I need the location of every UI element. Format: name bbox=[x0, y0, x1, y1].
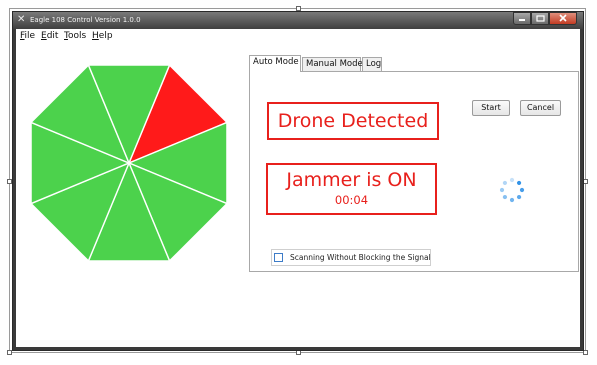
spinner-dot bbox=[519, 187, 525, 193]
scan-option-checkbox[interactable] bbox=[274, 253, 283, 262]
tab-manual-mode[interactable]: Manual Mode bbox=[302, 57, 363, 71]
menu-file[interactable]: File bbox=[20, 29, 35, 43]
scan-option[interactable]: Scanning Without Blocking the Signal bbox=[271, 249, 431, 266]
eagle-x-icon: ✕ bbox=[17, 14, 26, 25]
tab-auto-mode[interactable]: Auto Mode bbox=[249, 55, 301, 72]
jammer-timer: 00:04 bbox=[334, 193, 369, 207]
cancel-button[interactable]: Cancel bbox=[520, 100, 561, 116]
menu-help[interactable]: Help bbox=[92, 29, 113, 43]
minimize-icon bbox=[519, 19, 525, 21]
menu-help-mnemonic: H bbox=[92, 31, 99, 41]
close-icon bbox=[559, 14, 567, 22]
spinner-icon bbox=[499, 177, 525, 203]
title-bar[interactable]: ✕ Eagle 108 Control Version 1.0.0 bbox=[13, 12, 583, 29]
menu-bar: File Edit Tools Help bbox=[16, 29, 580, 43]
jammer-status-box: Jammer is ON 00:04 bbox=[266, 163, 437, 215]
spinner-dot bbox=[499, 187, 505, 193]
menu-edit[interactable]: Edit bbox=[41, 29, 58, 43]
window-title: Eagle 108 Control Version 1.0.0 bbox=[30, 16, 141, 24]
detection-status: Drone Detected bbox=[267, 102, 439, 140]
menu-tools[interactable]: Tools bbox=[64, 29, 86, 43]
maximize-button[interactable] bbox=[531, 12, 549, 25]
scan-option-label: Scanning Without Blocking the Signal bbox=[290, 253, 431, 262]
menu-edit-rest: dit bbox=[46, 31, 59, 41]
app-window: ✕ Eagle 108 Control Version 1.0.0 File E… bbox=[12, 11, 584, 351]
spinner-dot bbox=[509, 177, 515, 183]
jammer-status: Jammer is ON bbox=[286, 169, 417, 191]
spinner-dot bbox=[509, 197, 515, 203]
menu-file-rest: ile bbox=[24, 31, 36, 41]
close-button[interactable] bbox=[549, 12, 577, 25]
tab-log[interactable]: Log bbox=[362, 57, 382, 71]
menu-help-rest: elp bbox=[98, 31, 113, 41]
start-button[interactable]: Start bbox=[472, 100, 510, 116]
maximize-icon bbox=[536, 15, 545, 22]
window-client-area: File Edit Tools Help Auto Mode Manual Mo… bbox=[16, 29, 580, 347]
sector-map bbox=[29, 63, 229, 263]
spinner-dot bbox=[502, 180, 508, 186]
spinner-dot bbox=[516, 194, 522, 200]
spinner-dot bbox=[502, 194, 508, 200]
menu-tools-rest: ools bbox=[67, 31, 87, 41]
minimize-button[interactable] bbox=[513, 12, 531, 25]
caption-buttons bbox=[513, 12, 577, 26]
spinner-dot bbox=[516, 180, 522, 186]
auto-mode-panel: Drone Detected Start Cancel Jammer is ON… bbox=[249, 71, 579, 272]
